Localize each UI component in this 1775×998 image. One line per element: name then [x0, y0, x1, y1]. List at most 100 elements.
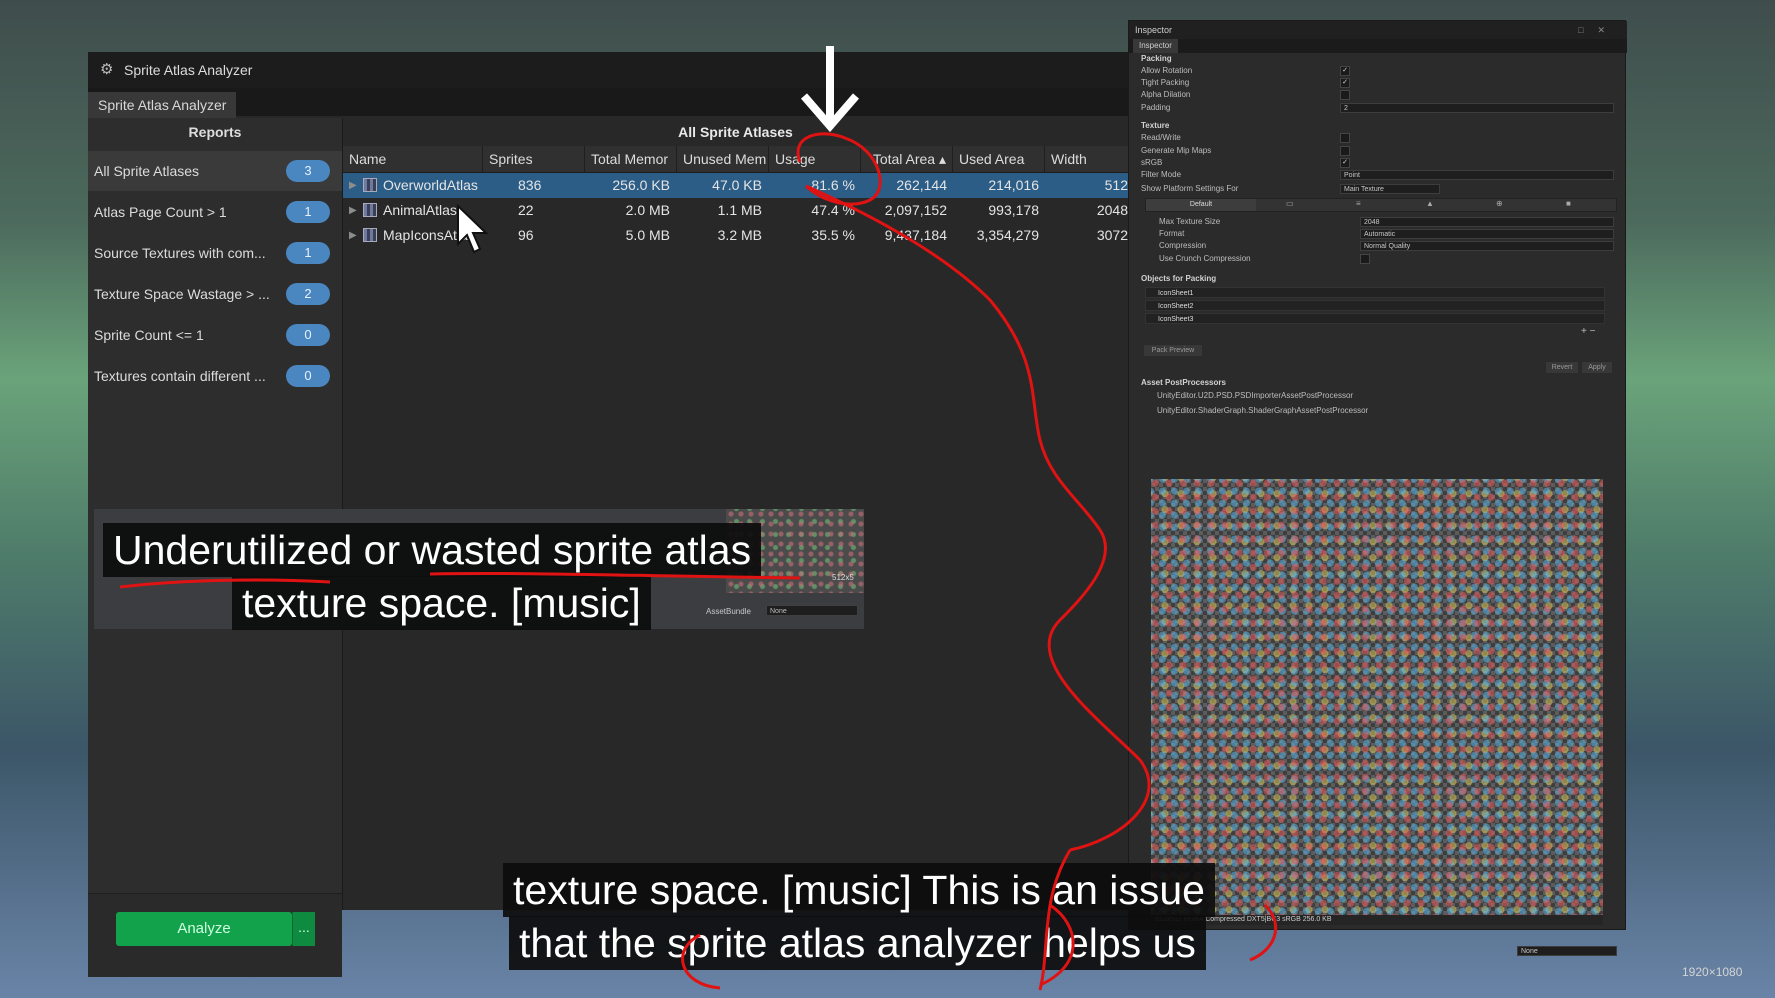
report-count-badge: 0 — [286, 324, 330, 346]
platform-tabs: Default ▭ ≡ ▲ ⊕ ■ — [1145, 198, 1617, 212]
filter-mode-dropdown[interactable]: Point — [1340, 170, 1614, 180]
atlas-preview-image — [1151, 479, 1603, 919]
packing-object-item[interactable]: IconSheet3 — [1145, 313, 1605, 324]
srgb-label: sRGB — [1141, 158, 1163, 167]
srgb-checkbox[interactable]: ✓ — [1340, 158, 1350, 168]
report-item-atlas-page-count[interactable]: Atlas Page Count > 1 1 — [88, 192, 342, 232]
inspector-window: Inspector □✕ Inspector Packing Allow Rot… — [1128, 20, 1627, 956]
cell-used-area: 3,354,279 — [976, 227, 1039, 243]
read-write-checkbox[interactable] — [1340, 133, 1350, 143]
down-arrow-icon — [800, 46, 860, 132]
read-write-label: Read/Write — [1141, 133, 1181, 142]
column-header-unused-memory[interactable]: Unused Mem — [677, 146, 769, 172]
tight-packing-label: Tight Packing — [1141, 78, 1190, 87]
packing-header: Packing — [1141, 54, 1172, 63]
report-item-all-sprite-atlases[interactable]: All Sprite Atlases 3 — [88, 151, 342, 191]
alpha-dilation-checkbox[interactable] — [1340, 90, 1350, 100]
report-count-badge: 2 — [286, 283, 330, 305]
cell-width: 512 — [1104, 177, 1128, 193]
cell-usage: 35.5 % — [811, 227, 855, 243]
platform-tab-default[interactable]: Default — [1146, 199, 1256, 211]
padding-label: Padding — [1141, 103, 1171, 112]
crunch-compression-label: Use Crunch Compression — [1159, 254, 1251, 263]
thumbnail-size-label: 512x5 — [832, 573, 854, 582]
analyze-options-button[interactable]: ... — [292, 912, 315, 946]
atlas-icon — [363, 228, 377, 242]
revert-button[interactable]: Revert — [1545, 361, 1579, 374]
postprocessor-item[interactable]: UnityEditor.U2D.PSD.PSDImporterAssetPost… — [1157, 391, 1353, 400]
report-item-textures-different[interactable]: Textures contain different ... 0 — [88, 356, 342, 396]
column-header-name[interactable]: Name — [343, 146, 483, 172]
report-item-source-textures[interactable]: Source Textures with com... 1 — [88, 233, 342, 273]
generate-mip-maps-label: Generate Mip Maps — [1141, 146, 1212, 155]
cell-width: 3072 — [1096, 227, 1128, 243]
thumbnail-assetbundle-field: None — [766, 605, 858, 616]
atlas-preview-info: 512x512 RGBA Compressed DXT5|BC3 sRGB 25… — [1151, 915, 1603, 925]
analyze-button[interactable]: Analyze — [116, 912, 292, 946]
expand-arrow-icon[interactable]: ▶ — [349, 198, 357, 223]
cell-unused-memory: 3.2 MB — [717, 227, 762, 243]
platform-settings-dropdown[interactable]: Main Texture — [1340, 184, 1440, 194]
server-platform-icon[interactable]: ≡ — [1356, 199, 1361, 208]
caption-line: texture space. [music] — [232, 576, 651, 630]
cell-name: OverworldAtlas — [383, 177, 478, 193]
report-label: Texture Space Wastage > ... — [94, 286, 270, 302]
report-count-badge: 0 — [286, 365, 330, 387]
filter-mode-label: Filter Mode — [1141, 170, 1182, 179]
sprite-atlas-analyzer-window: ⚙ Sprite Atlas Analyzer Sprite Atlas Ana… — [88, 52, 1128, 977]
cursor-icon — [457, 204, 489, 254]
packing-object-item[interactable]: IconSheet2 — [1145, 300, 1605, 311]
tab-inspector[interactable]: Inspector — [1133, 39, 1178, 53]
cell-total-area: 9,437,184 — [884, 227, 947, 243]
column-header-width[interactable]: Width — [1045, 146, 1128, 172]
crunch-compression-checkbox[interactable] — [1360, 254, 1370, 264]
android-platform-icon[interactable]: ▲ — [1426, 199, 1434, 208]
column-header-total-memory[interactable]: Total Memor — [585, 146, 677, 172]
report-item-texture-space-wastage[interactable]: Texture Space Wastage > ... 2 — [88, 274, 342, 314]
other-platform-icon[interactable]: ■ — [1566, 199, 1571, 208]
compression-dropdown[interactable]: Normal Quality — [1360, 241, 1614, 251]
atlas-icon — [363, 203, 377, 217]
expand-arrow-icon[interactable]: ▶ — [349, 223, 357, 248]
tab-sprite-atlas-analyzer[interactable]: Sprite Atlas Analyzer — [88, 92, 237, 118]
pack-preview-button[interactable]: Pack Preview — [1143, 344, 1203, 357]
column-header-total-area[interactable]: Total Area ▴ — [861, 146, 953, 172]
report-label: Sprite Count <= 1 — [94, 327, 204, 343]
thumbnail-assetbundle-label: AssetBundle — [706, 607, 751, 616]
inspector-titlebar: Inspector □✕ — [1129, 21, 1627, 39]
tight-packing-checkbox[interactable]: ✓ — [1340, 78, 1350, 88]
alpha-dilation-label: Alpha Dilation — [1141, 90, 1191, 99]
inspector-tabbar — [1129, 39, 1627, 53]
caption-line: Underutilized or wasted sprite atlas — [103, 523, 762, 577]
column-header-usage[interactable]: Usage — [769, 146, 861, 172]
asset-postprocessors-header: Asset PostProcessors — [1141, 378, 1226, 387]
cell-unused-memory: 47.0 KB — [712, 177, 762, 193]
report-item-sprite-count[interactable]: Sprite Count <= 1 0 — [88, 315, 342, 355]
generate-mip-maps-checkbox[interactable] — [1340, 146, 1350, 156]
standalone-platform-icon[interactable]: ▭ — [1286, 199, 1294, 208]
bottom-dropdown[interactable]: None — [1517, 946, 1617, 956]
report-label: Textures contain different ... — [94, 368, 266, 384]
analyzer-titlebar: ⚙ Sprite Atlas Analyzer — [88, 52, 1128, 88]
table-row[interactable]: ▶ OverworldAtlas 836 256.0 KB 47.0 KB 81… — [343, 173, 1128, 198]
postprocessor-item[interactable]: UnityEditor.ShaderGraph.ShaderGraphAsset… — [1157, 406, 1368, 415]
cell-total-area: 262,144 — [896, 177, 947, 193]
expand-arrow-icon[interactable]: ▶ — [349, 173, 357, 198]
column-header-used-area[interactable]: Used Area — [953, 146, 1045, 172]
add-remove-buttons[interactable]: + − — [1581, 326, 1595, 337]
packing-object-item[interactable]: IconSheet1 — [1145, 287, 1605, 298]
cell-sprites: 836 — [518, 177, 542, 193]
inspector-window-title: Inspector — [1135, 25, 1173, 35]
column-header-sprites[interactable]: Sprites — [483, 146, 585, 172]
cell-width: 2048 — [1096, 202, 1128, 218]
max-texture-size-dropdown[interactable]: 2048 — [1360, 217, 1614, 227]
format-dropdown[interactable]: Automatic — [1360, 229, 1614, 239]
analyzer-window-title: Sprite Atlas Analyzer — [124, 62, 253, 78]
webgl-platform-icon[interactable]: ⊕ — [1496, 199, 1503, 208]
caption-line: that the sprite atlas analyzer helps us — [509, 916, 1206, 970]
allow-rotation-checkbox[interactable]: ✓ — [1340, 66, 1350, 76]
window-controls-icon[interactable]: □✕ — [1578, 25, 1619, 36]
apply-button[interactable]: Apply — [1581, 361, 1613, 374]
padding-dropdown[interactable]: 2 — [1340, 103, 1614, 113]
platform-settings-label: Show Platform Settings For — [1141, 184, 1239, 193]
